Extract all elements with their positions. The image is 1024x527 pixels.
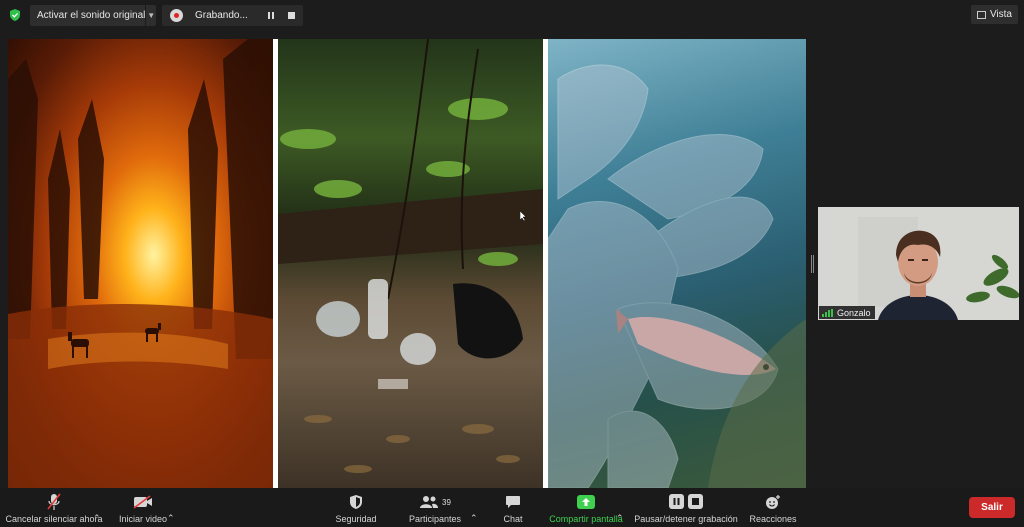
participants-label: Participantes <box>408 514 462 524</box>
pause-stop-recording-icon <box>669 492 703 512</box>
litter-in-forest-photo <box>278 39 543 488</box>
chevron-down-icon[interactable]: ▼ <box>145 5 156 26</box>
leave-label: Salir <box>981 502 1003 513</box>
participant-name: Gonzalo <box>837 307 871 318</box>
mute-button[interactable]: Cancelar silenciar ahora <box>4 488 104 527</box>
mute-label: Cancelar silenciar ahora <box>5 514 103 524</box>
reactions-button[interactable]: Reacciones <box>746 488 800 527</box>
participants-count: 39 <box>442 497 451 507</box>
view-button[interactable]: Vista <box>970 5 1018 24</box>
shared-screen <box>8 39 806 488</box>
stop-recording-icon[interactable] <box>283 8 299 24</box>
plastic-glove-underwater-photo <box>548 39 806 488</box>
video-options-chevron-up-icon[interactable]: ⌃ <box>167 488 175 527</box>
original-sound-button[interactable]: Activar el sonido original ▼ <box>30 5 156 26</box>
leave-meeting-button[interactable]: Salir <box>969 497 1015 518</box>
share-options-chevron-up-icon[interactable]: ⌃ <box>616 488 624 527</box>
participant-video <box>818 207 1019 320</box>
shield-icon[interactable] <box>8 8 22 22</box>
security-label: Seguridad <box>335 514 377 524</box>
pause-recording-icon[interactable] <box>263 8 279 24</box>
participant-name-tag: Gonzalo <box>819 306 875 319</box>
view-label: Vista <box>989 9 1012 20</box>
participants-icon: 39 <box>419 492 451 512</box>
signal-strength-icon <box>822 308 834 317</box>
forest-fire-photo <box>8 39 273 488</box>
reactions-label: Reacciones <box>749 514 797 524</box>
video-camera-off-icon <box>133 492 153 512</box>
chat-label: Chat <box>503 514 523 524</box>
zoom-meeting-window: Activar el sonido original ▼ Grabando...… <box>0 0 1024 527</box>
audio-options-chevron-up-icon[interactable]: ⌃ <box>93 488 101 527</box>
security-button[interactable]: Seguridad <box>326 488 386 527</box>
participant-video-tile[interactable]: Gonzalo <box>818 207 1019 320</box>
panel-resize-handle[interactable] <box>811 255 814 273</box>
share-screen-icon <box>577 492 595 512</box>
top-bar: Activar el sonido original ▼ Grabando...… <box>0 0 1024 30</box>
security-shield-icon <box>349 492 363 512</box>
pause-stop-recording-button[interactable]: Pausar/detener grabación <box>632 488 740 527</box>
participants-button[interactable]: 39 Participantes <box>403 488 467 527</box>
record-label: Pausar/detener grabación <box>634 514 738 524</box>
chat-button[interactable]: Chat <box>496 488 530 527</box>
participants-options-chevron-up-icon[interactable]: ⌃ <box>470 488 478 527</box>
reactions-smiley-icon <box>765 492 781 512</box>
cloud-record-icon <box>170 9 183 22</box>
chat-bubble-icon <box>505 492 521 512</box>
video-label: Iniciar video <box>118 514 168 524</box>
mouse-cursor-icon <box>520 211 526 221</box>
start-video-button[interactable]: Iniciar video <box>112 488 174 527</box>
share-screen-label: Compartir pantalla <box>549 514 623 524</box>
recording-label: Grabando... <box>195 10 248 21</box>
share-screen-button[interactable]: Compartir pantalla <box>547 488 625 527</box>
microphone-muted-icon <box>47 492 61 512</box>
original-sound-label: Activar el sonido original <box>37 10 146 21</box>
recording-indicator: Grabando... <box>162 5 303 26</box>
view-grid-icon <box>976 10 986 19</box>
meeting-toolbar: Cancelar silenciar ahora ⌃ Iniciar video… <box>0 488 1024 527</box>
